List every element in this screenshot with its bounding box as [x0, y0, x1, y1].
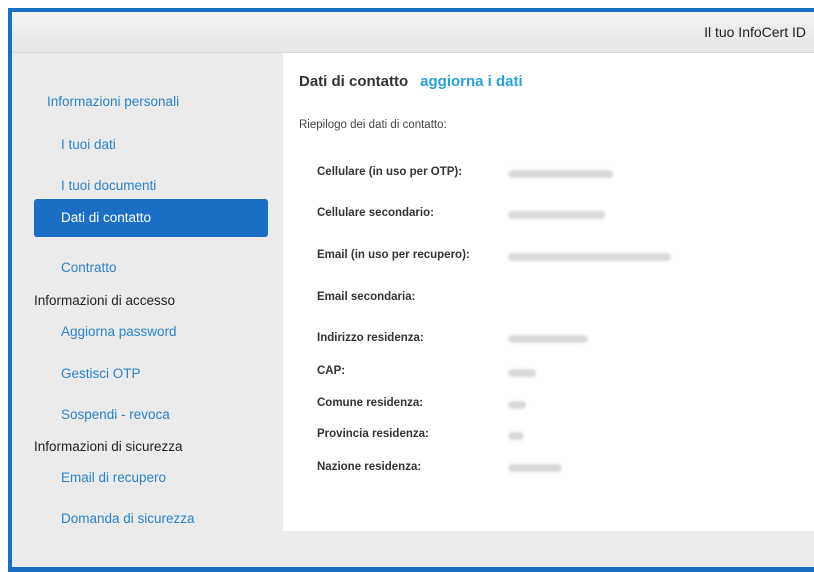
sidebar-section-informazioni-personali[interactable]: Informazioni personali: [47, 94, 179, 109]
sidebar: Informazioni personali I tuoi dati I tuo…: [12, 53, 283, 567]
sidebar-item-i-tuoi-dati[interactable]: I tuoi dati: [61, 137, 116, 152]
main-content: Dati di contatto aggiorna i dati Riepilog…: [283, 53, 814, 531]
page-title: Dati di contatto aggiorna i dati: [299, 73, 523, 90]
sidebar-item-dati-di-contatto[interactable]: Dati di contatto: [34, 199, 268, 237]
sidebar-item-gestisci-otp[interactable]: Gestisci OTP: [61, 366, 141, 381]
field-value-redacted: [508, 464, 562, 472]
field-label-provincia-residenza: Provincia residenza:: [317, 428, 429, 440]
sidebar-item-i-tuoi-documenti[interactable]: I tuoi documenti: [61, 178, 156, 193]
field-value-redacted: [508, 170, 613, 178]
field-label-email-secondaria: Email secondaria:: [317, 291, 416, 303]
sidebar-item-contratto[interactable]: Contratto: [61, 260, 117, 275]
field-label-nazione-residenza: Nazione residenza:: [317, 461, 422, 473]
field-value-redacted: [508, 369, 536, 377]
app-window: Il tuo InfoCert ID Informazioni personal…: [12, 12, 814, 567]
field-label-indirizzo-residenza: Indirizzo residenza:: [317, 332, 424, 344]
sidebar-item-email-di-recupero[interactable]: Email di recupero: [61, 470, 166, 485]
field-label-cap: CAP:: [317, 365, 346, 377]
field-value-redacted: [508, 401, 526, 409]
sidebar-item-sospendi-revoca[interactable]: Sospendi - revoca: [61, 407, 170, 422]
update-data-link[interactable]: aggiorna i dati: [420, 73, 523, 90]
field-value-redacted: [508, 432, 524, 440]
summary-text: Riepilogo dei dati di contatto:: [299, 119, 447, 131]
sidebar-section-informazioni-di-sicurezza: Informazioni di sicurezza: [34, 439, 183, 454]
field-value-redacted: [508, 211, 605, 219]
app-title: Il tuo InfoCert ID: [704, 24, 806, 40]
sidebar-item-aggiorna-password[interactable]: Aggiorna password: [61, 324, 177, 339]
app-window-frame: Il tuo InfoCert ID Informazioni personal…: [8, 8, 814, 572]
sidebar-item-domanda-di-sicurezza[interactable]: Domanda di sicurezza: [61, 511, 195, 526]
field-value-redacted: [508, 253, 671, 261]
field-label-cellulare-otp: Cellulare (in uso per OTP):: [317, 166, 463, 178]
field-value-redacted: [508, 335, 588, 343]
field-label-cellulare-secondario: Cellulare secondario:: [317, 207, 434, 219]
field-label-email-recupero: Email (in uso per recupero):: [317, 249, 470, 261]
sidebar-section-informazioni-di-accesso: Informazioni di accesso: [34, 293, 176, 308]
sidebar-item-label: Dati di contatto: [61, 210, 152, 225]
field-label-comune-residenza: Comune residenza:: [317, 397, 424, 409]
top-bar: Il tuo InfoCert ID: [12, 12, 814, 53]
page-title-text: Dati di contatto: [299, 73, 409, 90]
